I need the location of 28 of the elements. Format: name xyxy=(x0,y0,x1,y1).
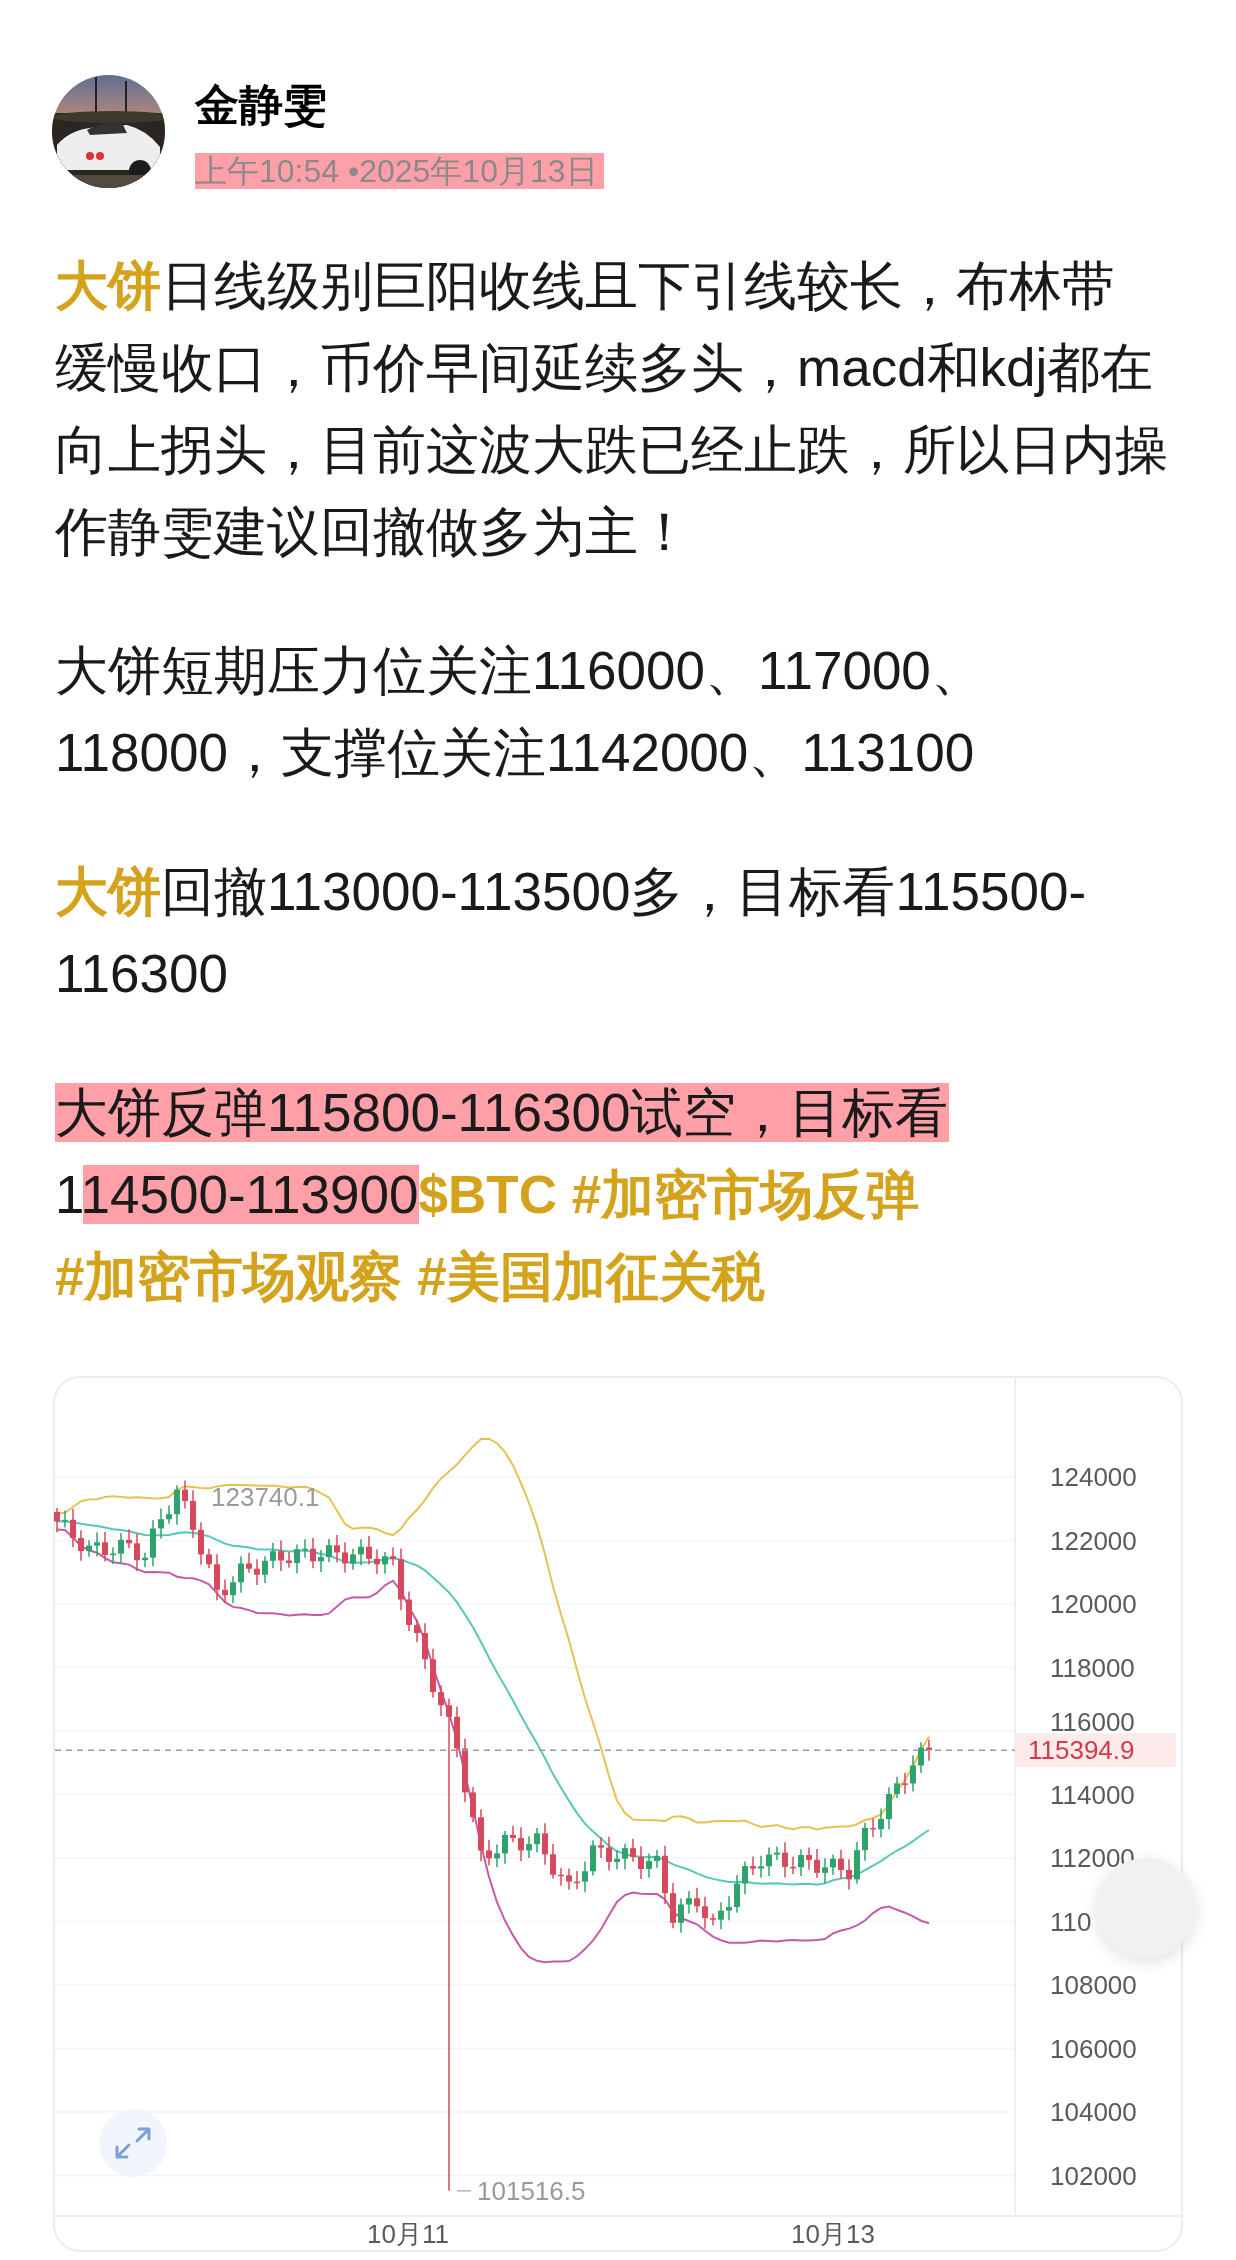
current-price-label: 115394.9 xyxy=(1016,1733,1176,1768)
author-name[interactable]: 金静雯 xyxy=(195,77,604,133)
hashtag-link[interactable]: #美国加征关税 xyxy=(417,1247,765,1306)
hashtag-link[interactable]: #加密市场观察 xyxy=(55,1247,403,1306)
post-time: 上午10:54 •2025年10月13日 xyxy=(195,153,604,189)
post-paragraph: 大饼短期压力位关注116000、117000、 118000，支撑位关注1142000、113100 xyxy=(55,640,985,784)
post-paragraph: 大饼日线级别巨阳收线且下引线较长，布林带 缓慢收口，币价早间延续多头，macd和kdj都在 向上拐头，目前这波大跌已经止跌，所以日内操 作静雯建议回撤做多为主！ xyxy=(55,255,1169,563)
y-axis-label: 124000 xyxy=(1050,1462,1137,1492)
y-axis-label: 120000 xyxy=(1050,1589,1137,1619)
coin-link[interactable]: 大饼 xyxy=(55,862,161,921)
coin-link[interactable]: 大饼 xyxy=(55,256,161,315)
coin-link[interactable]: $BTC xyxy=(418,1165,557,1224)
post-paragraph: 大饼回撤113000-113500多，目标看115500- 116300 xyxy=(55,861,1088,1005)
high-price-label: 123740.1 xyxy=(211,1482,320,1512)
y-axis-label: 118000 xyxy=(1050,1652,1135,1683)
y-axis-label: 106000 xyxy=(1050,2033,1137,2064)
low-price-label: 101516.5 xyxy=(477,2175,586,2206)
x-axis-label: 10月13 xyxy=(791,2219,875,2249)
x-axis-label: 10月11 xyxy=(367,2219,449,2249)
y-axis-label: 104000 xyxy=(1050,2097,1137,2127)
y-axis-label: 110 xyxy=(1050,1906,1092,1937)
post-paragraph: 大饼反弹115800-116300试空，目标看 114500-113900$BTC #加密市场反弹 #加密市场观察 #美国加征关税 xyxy=(55,1082,950,1308)
y-axis-label: 108000 xyxy=(1050,1970,1137,2000)
y-axis-label: 102000 xyxy=(1050,2160,1137,2191)
hashtag-link[interactable]: #加密市场反弹 xyxy=(571,1165,920,1224)
y-axis-label: 122000 xyxy=(1050,1525,1137,1556)
expand-button[interactable] xyxy=(99,2109,167,2177)
y-axis-label: 114000 xyxy=(1050,1779,1135,1810)
